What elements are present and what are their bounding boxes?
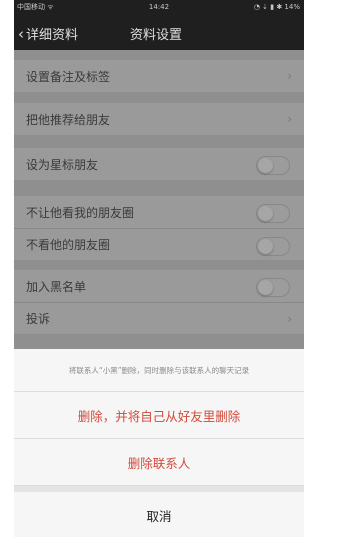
toggle-knob — [258, 239, 273, 254]
toggle-knob — [258, 206, 273, 221]
nav-bar: ‹ 详细资料 资料设置 — [14, 14, 304, 50]
chevron-right-icon: › — [287, 69, 292, 83]
blacklist-row: 加入黑名单 — [14, 270, 304, 302]
delete-both-button[interactable]: 删除，并将自己从好友里删除 — [14, 392, 304, 439]
hide-moments-toggle[interactable] — [256, 204, 290, 223]
cancel-button[interactable]: 取消 — [14, 492, 304, 537]
chevron-left-icon: ‹ — [18, 25, 24, 43]
toggle-knob — [258, 280, 273, 295]
page-title: 资料设置 — [130, 28, 183, 43]
remark-row[interactable]: 设置备注及标签 › — [14, 60, 304, 92]
star-label: 设为星标朋友 — [26, 157, 99, 172]
remark-label: 设置备注及标签 — [26, 69, 111, 84]
section-recommend: 把他推荐给朋友 › — [14, 103, 304, 135]
hide-moments-row: 不让他看我的朋友圈 — [14, 196, 304, 228]
star-toggle[interactable] — [256, 156, 290, 175]
status-indicators: ◔ ⇣ ▮ ✱ 14% — [253, 3, 300, 11]
complain-row[interactable]: 投诉 › — [14, 302, 304, 334]
star-row: 设为星标朋友 — [14, 148, 304, 180]
section-moments: 不让他看我的朋友圈 不看他的朋友圈 — [14, 196, 304, 260]
no-view-moments-label: 不看他的朋友圈 — [26, 238, 111, 252]
action-sheet-message: 将联系人“小黑”删除，同时删除与该联系人的聊天记录 — [14, 349, 304, 392]
toggle-knob — [258, 158, 273, 173]
blacklist-toggle[interactable] — [256, 278, 290, 297]
blacklist-label: 加入黑名单 — [26, 279, 87, 294]
section-remark: 设置备注及标签 › — [14, 60, 304, 92]
complain-label: 投诉 — [26, 312, 51, 326]
status-bar: 中国移动 ᯤ 14:42 ◔ ⇣ ▮ ✱ 14% — [14, 0, 304, 14]
action-sheet: 将联系人“小黑”删除，同时删除与该联系人的聊天记录 删除，并将自己从好友里删除 … — [14, 349, 304, 537]
back-label: 详细资料 — [26, 28, 79, 43]
phone-screen: 中国移动 ᯤ 14:42 ◔ ⇣ ▮ ✱ 14% ‹ 详细资料 资料设置 设置备注… — [14, 0, 304, 537]
section-star: 设为星标朋友 — [14, 148, 304, 180]
recommend-row[interactable]: 把他推荐给朋友 › — [14, 103, 304, 135]
back-button[interactable]: ‹ 详细资料 — [18, 24, 78, 43]
recommend-label: 把他推荐给朋友 — [26, 112, 111, 127]
no-view-moments-row: 不看他的朋友圈 — [14, 228, 304, 260]
action-sheet-body: 将联系人“小黑”删除，同时删除与该联系人的聊天记录 删除，并将自己从好友里删除 … — [14, 349, 304, 486]
no-view-moments-toggle[interactable] — [256, 237, 290, 256]
chevron-right-icon: › — [287, 311, 292, 326]
hide-moments-label: 不让他看我的朋友圈 — [26, 205, 135, 220]
section-blacklist: 加入黑名单 投诉 › — [14, 270, 304, 334]
delete-contact-button[interactable]: 删除联系人 — [14, 439, 304, 486]
chevron-right-icon: › — [287, 112, 292, 126]
